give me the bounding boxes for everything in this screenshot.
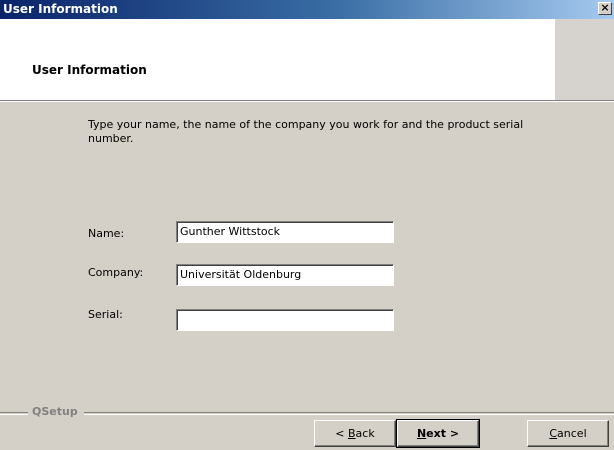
title-bar[interactable]: User Information × xyxy=(0,0,614,19)
header-image xyxy=(555,19,614,100)
back-prefix: < xyxy=(335,427,348,440)
header-band: User Information xyxy=(0,19,614,101)
back-rest: ack xyxy=(355,427,375,440)
group-separator-right xyxy=(84,412,614,415)
cancel-mnemonic: C xyxy=(549,427,558,440)
next-mnemonic: N xyxy=(416,427,427,440)
close-button[interactable]: × xyxy=(598,2,612,15)
cancel-rest: ancel xyxy=(557,427,587,440)
window-title: User Information xyxy=(3,2,118,16)
page-title: User Information xyxy=(32,63,147,77)
cancel-button[interactable]: Cancel xyxy=(527,420,609,447)
name-input[interactable]: Gunther Wittstock xyxy=(176,221,394,243)
group-separator-left xyxy=(0,412,28,415)
header-divider xyxy=(0,101,614,102)
instructions-text: Type your name, the name of the company … xyxy=(88,118,524,145)
serial-input[interactable] xyxy=(176,309,394,331)
name-label: Name: xyxy=(88,227,125,240)
company-input[interactable]: Universität Oldenburg xyxy=(176,264,394,286)
company-label: Company: xyxy=(88,266,144,279)
back-mnemonic: B xyxy=(348,427,356,440)
back-button[interactable]: < Back xyxy=(314,420,396,447)
group-label: QSetup xyxy=(32,405,78,418)
next-rest: ext > xyxy=(426,427,460,440)
next-button[interactable]: Next > xyxy=(396,419,480,448)
close-icon: × xyxy=(600,1,610,14)
setup-window: User Information × User Information Type… xyxy=(0,0,614,450)
serial-label: Serial: xyxy=(88,308,123,321)
